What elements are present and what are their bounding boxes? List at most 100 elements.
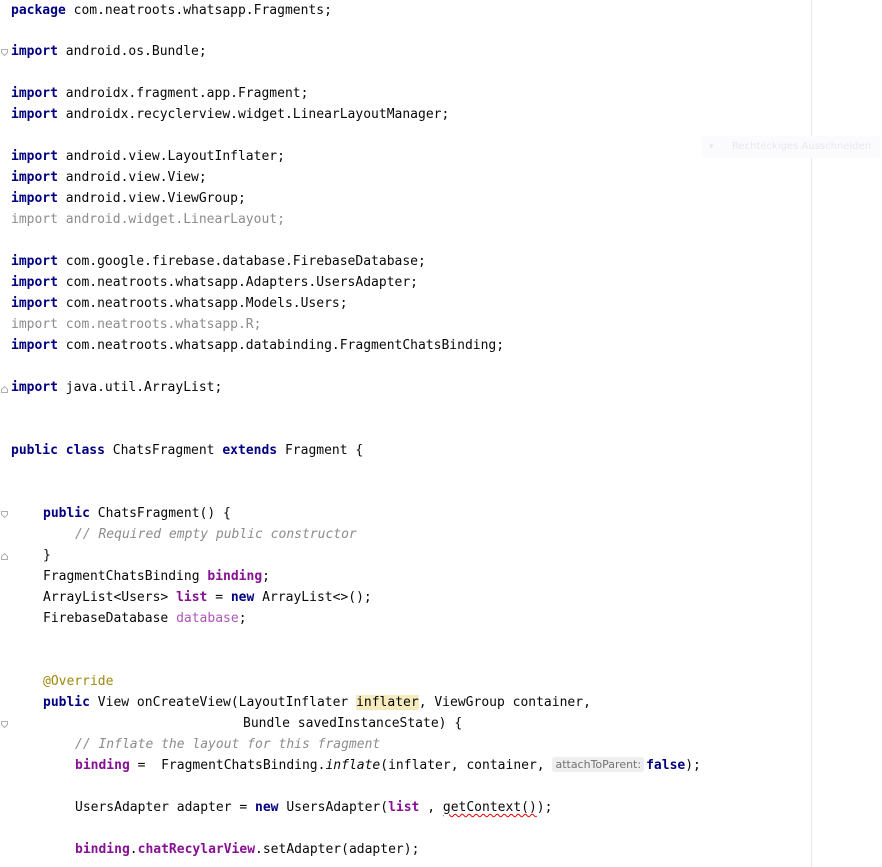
right-margin-guide <box>811 0 812 867</box>
class-name: ChatsFragment <box>104 443 223 458</box>
keyword: new <box>255 800 279 815</box>
keyword: import <box>11 86 58 101</box>
annotation: @Override <box>43 674 114 689</box>
code-text: ArrayList<>(); <box>254 590 372 605</box>
code-line-brace: } <box>43 545 51 566</box>
code-text: com.neatroots.whatsapp.R; <box>57 317 262 332</box>
code-text: Fragment { <box>277 443 364 458</box>
type-name: FragmentChatsBinding <box>43 569 208 584</box>
field-name: list <box>176 590 208 605</box>
parameter-hint: attachToParent: <box>552 757 645 772</box>
code-text: com.neatroots.whatsapp.Fragments; <box>65 3 332 18</box>
field-name-unused: database <box>176 611 239 626</box>
code-line-import: import com.google.firebase.database.Fire… <box>11 251 426 272</box>
code-line-import: import androidx.fragment.app.Fragment; <box>11 83 308 104</box>
keyword: extends <box>222 443 278 458</box>
keyword: import <box>11 338 58 353</box>
code-line-import: import android.os.Bundle; <box>11 41 207 62</box>
type-name: ArrayList<Users> <box>43 590 177 605</box>
code-text: ; <box>238 611 247 626</box>
ghost-hint-label: Rechteckiges Ausschneiden <box>732 141 872 152</box>
code-text: UsersAdapter( <box>278 800 389 815</box>
code-line-package: package com.neatroots.whatsapp.Fragments… <box>11 0 332 21</box>
chevron-down-icon: ▾ <box>709 142 714 152</box>
keyword: import <box>11 254 58 269</box>
field-name: binding <box>207 569 263 584</box>
editor-gutter <box>0 0 10 867</box>
code-line-constructor: public ChatsFragment() { <box>43 503 231 524</box>
code-text: ); <box>536 800 553 815</box>
code-line-comment: // Inflate the layout for this fragment <box>75 734 380 755</box>
comment: // Inflate the layout for this fragment <box>75 737 381 752</box>
code-line-field: ArrayList<Users> list = new ArrayList<>(… <box>43 587 372 608</box>
code-text: android.widget.LinearLayout; <box>57 212 285 227</box>
code-line-class-declaration: public class ChatsFragment extends Fragm… <box>11 440 363 461</box>
code-text: ; <box>262 569 270 584</box>
keyword: import <box>11 275 58 290</box>
keyword: import <box>11 296 58 311</box>
field-name: list <box>388 800 420 815</box>
code-text: UsersAdapter adapter = <box>75 800 256 815</box>
code-line-import: import com.neatroots.whatsapp.databindin… <box>11 335 504 356</box>
code-text: ChatsFragment() { <box>89 506 231 521</box>
code-line-import: import android.view.LayoutInflater; <box>11 146 285 167</box>
fold-constructor-start-icon[interactable] <box>1 511 8 518</box>
code-line-import: import android.view.ViewGroup; <box>11 188 246 209</box>
code-text: com.neatroots.whatsapp.Models.Users; <box>57 296 348 311</box>
code-line-method-signature: public View onCreateView(LayoutInflater … <box>43 692 591 713</box>
code-text: , ViewGroup container, <box>418 695 591 710</box>
static-method: inflate <box>325 758 381 773</box>
code-text: = <box>207 590 231 605</box>
code-line-field: FirebaseDatabase database; <box>43 608 247 629</box>
keyword: public <box>43 695 90 710</box>
keyword: import <box>11 191 58 206</box>
field-name: chatRecylarView <box>137 842 256 857</box>
type-name: FirebaseDatabase <box>43 611 177 626</box>
code-line-import: import com.neatroots.whatsapp.Adapters.U… <box>11 272 418 293</box>
code-line-statement: binding.chatRecylarView.setAdapter(adapt… <box>75 839 419 860</box>
fold-imports-start-icon[interactable] <box>1 49 8 56</box>
code-line-import-unused: import android.widget.LinearLayout; <box>11 209 285 230</box>
code-text: android.view.ViewGroup; <box>57 191 246 206</box>
fold-method-start-icon[interactable] <box>1 721 8 728</box>
code-text: com.neatroots.whatsapp.databinding.Fragm… <box>57 338 505 353</box>
code-line-method-signature-cont: Bundle savedInstanceState) { <box>243 713 462 734</box>
code-text: (inflater, container, <box>380 758 553 773</box>
code-line-import: import java.util.ArrayList; <box>11 377 222 398</box>
keyword: import <box>11 107 58 122</box>
code-text: androidx.fragment.app.Fragment; <box>57 86 309 101</box>
code-text: View onCreateView(LayoutInflater <box>89 695 357 710</box>
code-text: android.view.View; <box>57 170 207 185</box>
code-text: androidx.recyclerview.widget.LinearLayou… <box>57 107 450 122</box>
keyword: package <box>11 3 66 18</box>
code-text: .setAdapter(adapter); <box>255 842 420 857</box>
keyword: import <box>11 170 58 185</box>
fold-imports-end-icon[interactable] <box>1 386 8 393</box>
code-line-import: import android.view.View; <box>11 167 207 188</box>
code-line-import: import com.neatroots.whatsapp.Models.Use… <box>11 293 348 314</box>
code-text: Bundle savedInstanceState) { <box>243 716 463 731</box>
field-name: binding <box>75 758 130 773</box>
code-text: com.google.firebase.database.FirebaseDat… <box>57 254 426 269</box>
code-line-statement: UsersAdapter adapter = new UsersAdapter(… <box>75 797 552 818</box>
keyword: import <box>11 212 58 227</box>
code-line-field: FragmentChatsBinding binding; <box>43 566 270 587</box>
code-text: android.os.Bundle; <box>57 44 207 59</box>
keyword: class <box>65 443 105 458</box>
keyword: import <box>11 44 58 59</box>
ghost-hint-popup: ▾ Rechteckiges Ausschneiden <box>702 136 880 158</box>
keyword: import <box>11 149 58 164</box>
keyword: new <box>230 590 255 605</box>
code-text: . <box>129 842 138 857</box>
code-text: android.view.LayoutInflater; <box>57 149 285 164</box>
code-line-comment: // Required empty public constructor <box>75 524 357 545</box>
code-text: com.neatroots.whatsapp.Adapters.UsersAda… <box>57 275 418 290</box>
field-name: binding <box>75 842 130 857</box>
keyword: import <box>11 380 58 395</box>
keyword: public <box>43 506 90 521</box>
code-editor[interactable]: ▾ Rechteckiges Ausschneiden package com.… <box>0 0 882 867</box>
code-text: java.util.ArrayList; <box>57 380 223 395</box>
error-underlined-call: getContext() <box>442 800 537 815</box>
fold-constructor-end-icon[interactable] <box>1 553 8 560</box>
highlighted-identifier: inflater <box>356 695 419 710</box>
